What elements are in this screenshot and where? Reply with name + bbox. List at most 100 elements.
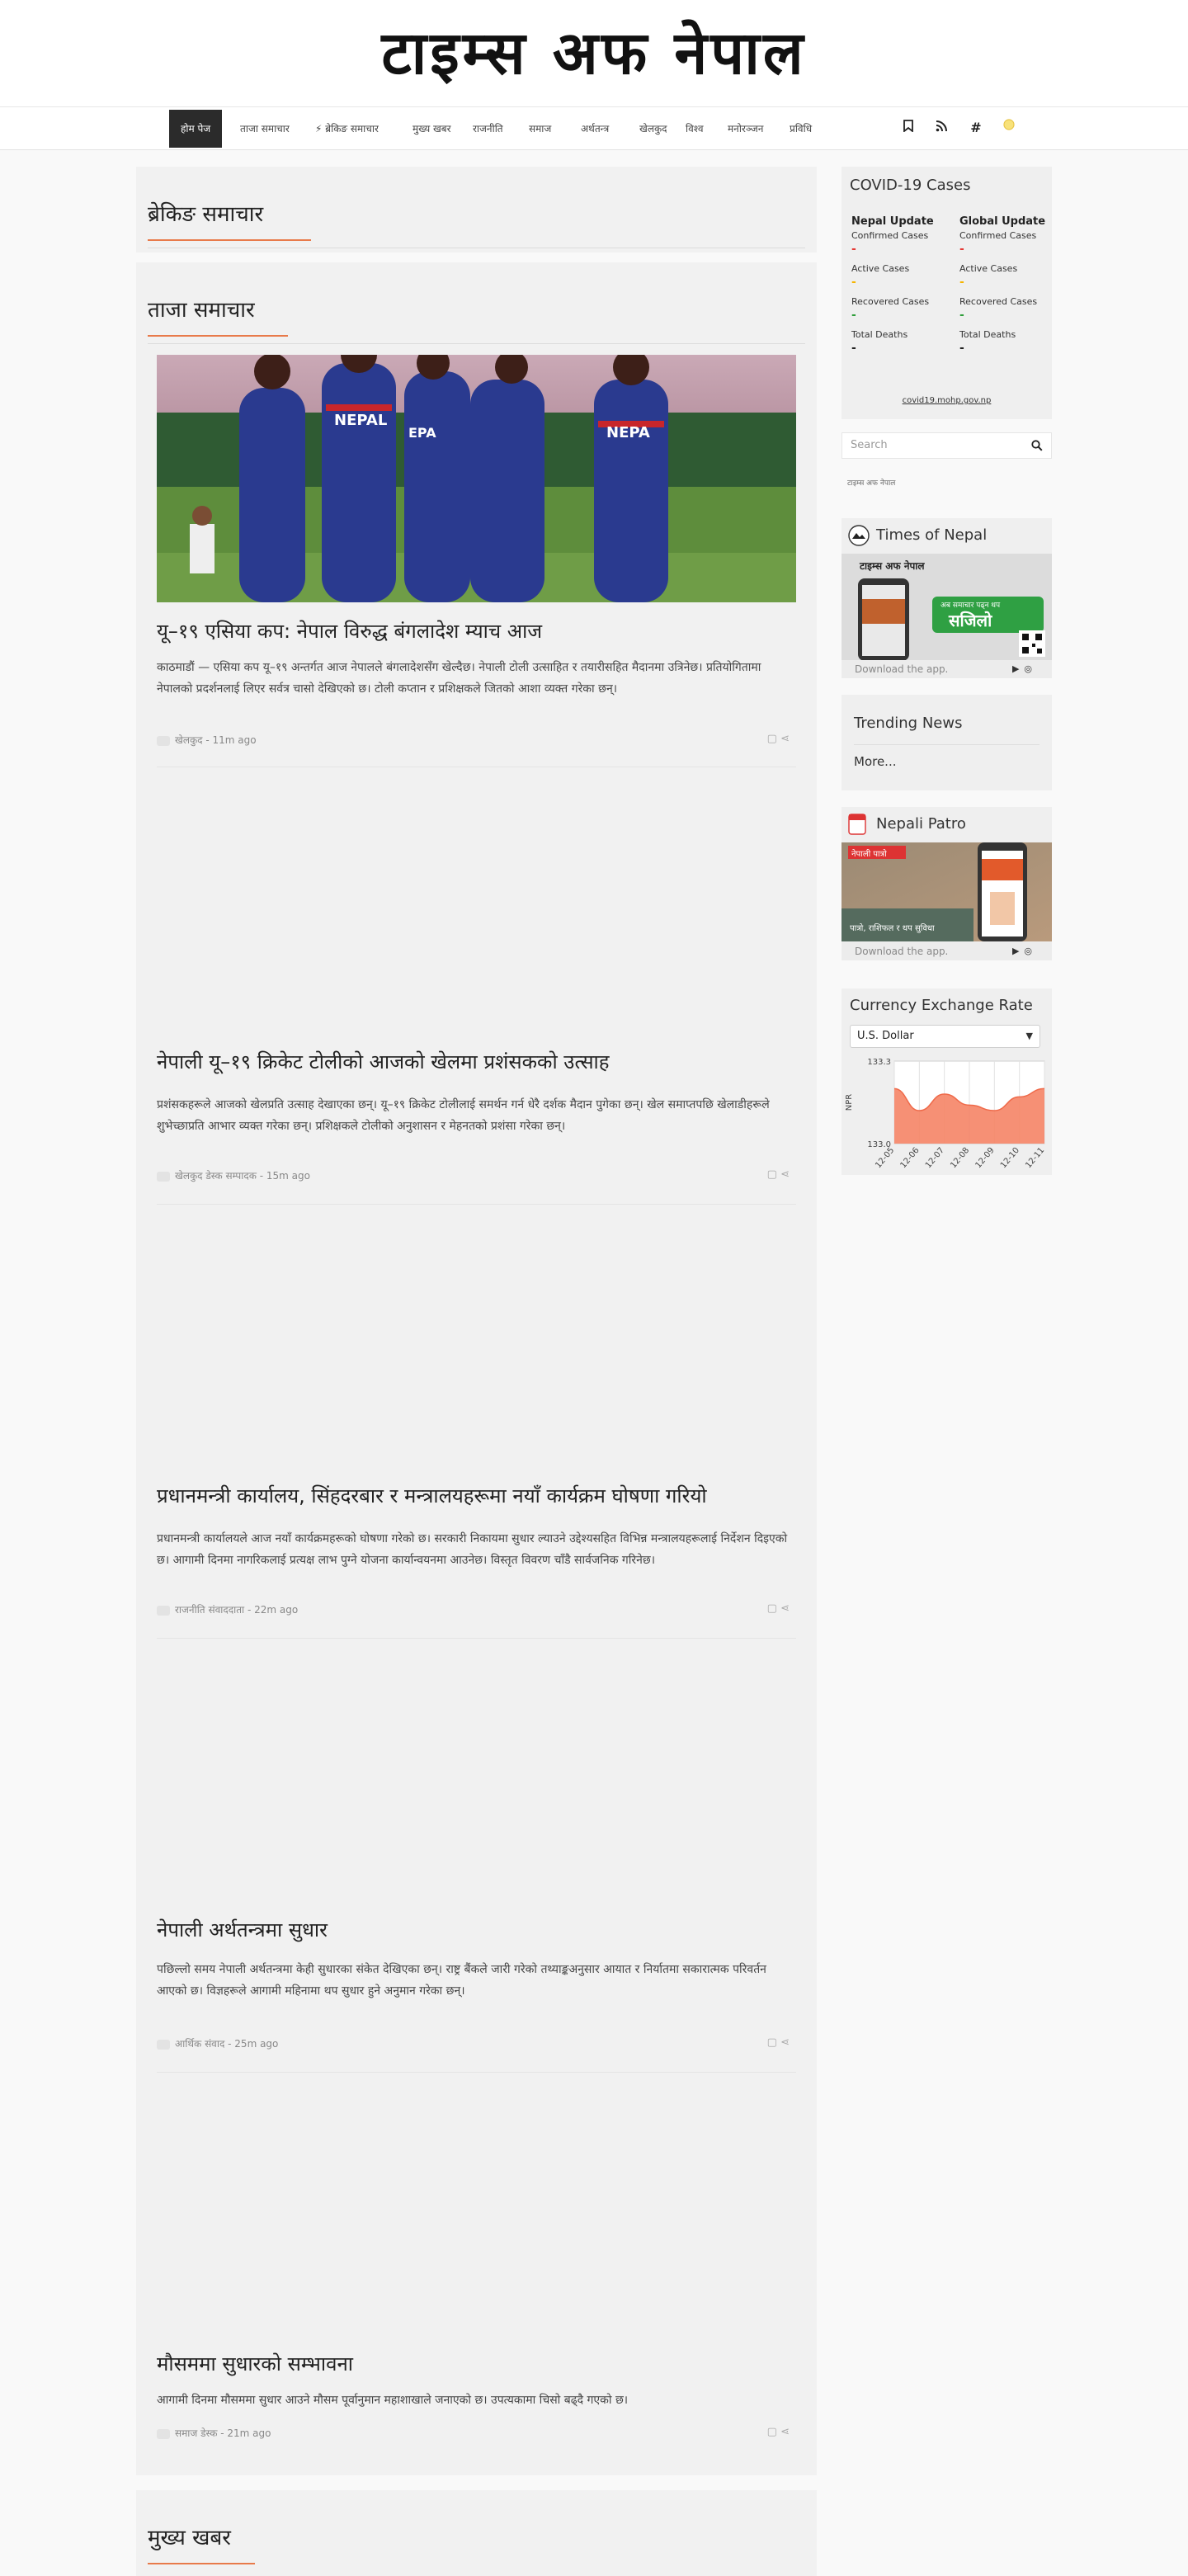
app-store-icons[interactable]: ▶◎ xyxy=(1012,942,1037,960)
article-meta: खेलकुद - 11m ago xyxy=(157,733,257,748)
covid-label: Active Cases xyxy=(851,263,910,274)
app-store-icons[interactable]: ▶◎ xyxy=(1012,660,1037,678)
chart-ylabel: NPR xyxy=(845,1094,854,1111)
svg-text:NEPA: NEPA xyxy=(606,424,650,441)
nav-item-entertainment[interactable]: मनोरञ्जन xyxy=(728,110,763,148)
currency-chart: 133.3133.0NPR12-05 12-06 12-07 12-08 12-09 12… xyxy=(845,1058,1046,1170)
search-icon[interactable] xyxy=(1031,440,1043,451)
article-card[interactable]: मौसममा सुधारको सम्भावना आगामी दिनमा मौसम… xyxy=(157,2350,796,2449)
svg-text:EPA: EPA xyxy=(408,425,436,441)
covid-nepal-heading: Nepal Update xyxy=(851,215,934,228)
article-card[interactable]: प्रधानमन्त्री कार्यालय, सिंहदरबार र मन्त… xyxy=(157,1482,796,1639)
nav-item-main-news[interactable]: मुख्य खबर xyxy=(412,110,451,148)
article-summary: प्रधानमन्त्री कार्यालयले आज नयाँ कार्यक्… xyxy=(157,1532,788,1567)
trending-more-link[interactable]: More... xyxy=(854,754,897,769)
bookmark-icon[interactable]: ▢ xyxy=(767,1602,777,1615)
covid-label: Active Cases xyxy=(959,263,1018,274)
article-divider xyxy=(157,1204,796,1205)
article-title[interactable]: नेपाली अर्थतन्त्रमा सुधार xyxy=(157,1916,796,1944)
currency-select[interactable]: U.S. Dollar ▼ xyxy=(850,1025,1040,1048)
nav-item-latest[interactable]: ताजा समाचार xyxy=(240,110,290,148)
covid-widget: COVID-19 Cases Nepal Update Confirmed Ca… xyxy=(842,167,1052,419)
hashtag-icon[interactable]: # xyxy=(965,117,987,139)
chart-xtick-label: 12-11 xyxy=(1024,1146,1046,1170)
article-meta: समाज डेस्क - 21m ago xyxy=(157,2426,271,2441)
article-meta: राजनीति संवाददाता - 22m ago xyxy=(157,1602,298,1617)
article-meta-text: खेलकुद - 11m ago xyxy=(175,734,257,746)
times-app-widget: Times of Nepal टाइम्स अफ नेपाल अब समाचार… xyxy=(842,518,1052,678)
article-title[interactable]: यू–१९ एसिया कप: नेपाल विरुद्ध बंगलादेश म… xyxy=(157,617,796,645)
article-actions: ▢ ⋖ xyxy=(767,1168,790,1181)
covid-source-link[interactable]: covid19.mohp.gov.np xyxy=(842,396,1052,405)
rss-icon[interactable] xyxy=(931,117,952,139)
currency-widget: Currency Exchange Rate U.S. Dollar ▼ 133… xyxy=(842,988,1052,1175)
article-summary: काठमाडौं — एसिया कप यू–१९ अन्तर्गत आज ने… xyxy=(157,661,761,696)
category-icon xyxy=(157,2039,170,2050)
nav-item-world[interactable]: विश्व xyxy=(686,110,704,148)
covid-global-heading: Global Update xyxy=(959,215,1046,228)
article-title[interactable]: मौसममा सुधारको सम्भावना xyxy=(157,2350,796,2378)
share-icon[interactable]: ⋖ xyxy=(780,2036,790,2049)
trending-widget: Trending News More... xyxy=(842,695,1052,790)
covid-title: COVID-19 Cases xyxy=(850,177,971,194)
patro-title: Nepali Patro xyxy=(876,815,966,833)
nav-item-technology[interactable]: प्रविधि xyxy=(790,110,812,148)
masthead: टाइम्स अफ नेपाल xyxy=(0,0,1188,107)
article-meta: खेलकुद डेस्क सम्पादक - 15m ago xyxy=(157,1168,310,1183)
article-card[interactable]: नेपाली यू–१९ क्रिकेट टोलीको आजको खेलमा प… xyxy=(157,1048,796,1205)
patro-promo-tag: नेपाली पात्रो xyxy=(851,850,887,859)
article-divider xyxy=(157,1638,796,1639)
share-icon[interactable]: ⋖ xyxy=(780,733,790,745)
patro-logo-icon xyxy=(848,814,866,835)
share-icon[interactable]: ⋖ xyxy=(780,2426,790,2438)
chart-xtick-label: 12-09 xyxy=(974,1146,997,1170)
article-image[interactable]: NEPAL NEPA EPA xyxy=(157,355,796,602)
patro-download-bar[interactable]: Download the app. ▶◎ xyxy=(842,942,1052,960)
theme-toggle-icon[interactable] xyxy=(998,117,1020,139)
nav-item-economy[interactable]: अर्थतन्त्र xyxy=(581,110,609,148)
chart-ytick-label: 133.3 xyxy=(867,1058,891,1067)
covid-value: - xyxy=(959,342,964,355)
article-actions: ▢ ⋖ xyxy=(767,2426,790,2438)
covid-label: Confirmed Cases xyxy=(851,230,929,241)
times-app-promo[interactable]: टाइम्स अफ नेपाल अब समाचार पढ्न थप सजिलो xyxy=(842,554,1052,661)
covid-value: - xyxy=(959,243,964,256)
article-summary: प्रशंसकहरूले आजको खेलप्रति उत्साह देखाएक… xyxy=(157,1098,770,1133)
times-download-bar[interactable]: Download the app. ▶◎ xyxy=(842,660,1052,678)
article-actions: ▢ ⋖ xyxy=(767,2036,790,2049)
chart-xtick-label: 12-06 xyxy=(899,1146,922,1170)
article-card[interactable]: नेपाली अर्थतन्त्रमा सुधार पछिल्लो समय ने… xyxy=(157,1916,796,2073)
section-title-latest: ताजा समाचार xyxy=(148,298,255,323)
search-input[interactable]: Search xyxy=(842,432,1052,459)
article-summary: आगामी दिनमा मौसममा सुधार आउने मौसम पूर्व… xyxy=(157,2394,629,2407)
bookmark-icon[interactable] xyxy=(898,117,919,139)
nav-item-breaking[interactable]: ⚡ ब्रेकिङ समाचार xyxy=(315,110,379,148)
nav-item-home[interactable]: होम पेज xyxy=(169,110,223,148)
article-title[interactable]: नेपाली यू–१९ क्रिकेट टोलीको आजको खेलमा प… xyxy=(157,1048,796,1076)
nav-item-sports[interactable]: खेलकुद xyxy=(639,110,667,148)
category-icon xyxy=(157,2428,170,2439)
times-download-text: Download the app. xyxy=(855,663,949,675)
chart-xtick-label: 12-08 xyxy=(949,1146,971,1170)
covid-label: Confirmed Cases xyxy=(959,230,1037,241)
article-meta-text: खेलकुद डेस्क सम्पादक - 15m ago xyxy=(175,1170,310,1182)
article-card[interactable]: NEPAL NEPA EPA यू–१९ एसिया कप: नेपाल विर… xyxy=(157,355,796,767)
patro-promo[interactable]: नेपाली पात्रो पात्रो, राशिफल र थप सुविधा xyxy=(842,842,1052,941)
article-title[interactable]: प्रधानमन्त्री कार्यालय, सिंहदरबार र मन्त… xyxy=(157,1482,796,1510)
patro-download-text: Download the app. xyxy=(855,946,949,957)
nav-item-politics[interactable]: राजनीति xyxy=(473,110,503,148)
main-news-panel: मुख्य खबर xyxy=(136,2490,817,2576)
share-icon[interactable]: ⋖ xyxy=(780,1602,790,1615)
site-logo[interactable]: टाइम्स अफ नेपाल xyxy=(0,12,1188,94)
article-summary: पछिल्लो समय नेपाली अर्थतन्त्रमा केही सुध… xyxy=(157,1963,766,1998)
nav-item-society[interactable]: समाज xyxy=(529,110,551,148)
covid-value: - xyxy=(959,309,964,322)
bookmark-icon[interactable]: ▢ xyxy=(767,2036,777,2049)
covid-value: - xyxy=(959,276,964,289)
share-icon[interactable]: ⋖ xyxy=(780,1168,790,1181)
bookmark-icon[interactable]: ▢ xyxy=(767,733,777,745)
svg-text:NEPAL: NEPAL xyxy=(334,412,387,429)
bookmark-icon[interactable]: ▢ xyxy=(767,2426,777,2438)
bookmark-icon[interactable]: ▢ xyxy=(767,1168,777,1181)
covid-value: - xyxy=(851,276,856,289)
